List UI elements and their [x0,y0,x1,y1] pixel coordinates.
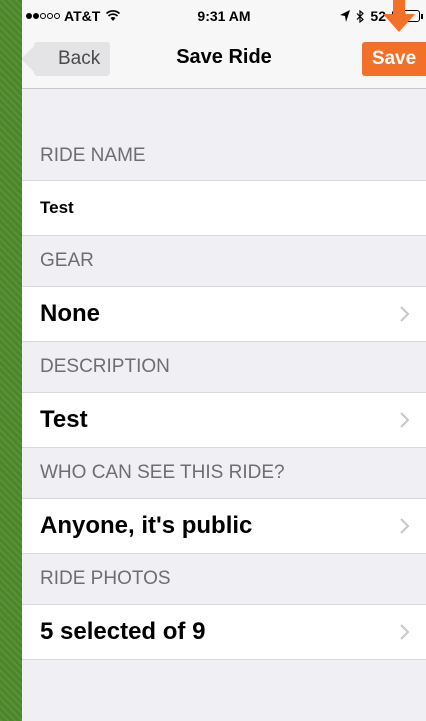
section-header-visibility: WHO CAN SEE THIS RIDE? [22,448,426,498]
save-button[interactable]: Save [362,42,426,76]
chevron-right-icon [400,624,410,640]
visibility-row[interactable]: Anyone, it's public [22,498,426,554]
ride-name-field[interactable]: Test [22,180,426,236]
bluetooth-icon [356,9,365,23]
gear-row[interactable]: None [22,286,426,342]
ride-name-value: Test [40,198,74,217]
visibility-value: Anyone, it's public [40,512,253,539]
description-row[interactable]: Test [22,392,426,448]
status-bar: AT&T 9:31 AM 52 [22,0,426,30]
section-header-description: DESCRIPTION [22,342,426,392]
chevron-right-icon [400,306,410,322]
navigation-bar: Back Save Ride Save [22,30,426,89]
chevron-right-icon [400,518,410,534]
gear-value: None [40,300,100,327]
location-icon [340,10,351,22]
section-header-photos: RIDE PHOTOS [22,554,426,604]
back-button[interactable]: Back [34,42,111,76]
photos-row[interactable]: 5 selected of 9 [22,604,426,660]
back-button-label: Back [58,48,101,69]
section-header-ride-name: RIDE NAME [22,132,426,180]
chevron-right-icon [400,412,410,428]
phone-screen: AT&T 9:31 AM 52 Back Save Ride Save RIDE… [22,0,426,721]
pointer-arrow-icon [383,0,415,32]
description-value: Test [40,406,88,433]
photos-value: 5 selected of 9 [40,618,206,645]
section-header-gear: GEAR [22,236,426,286]
